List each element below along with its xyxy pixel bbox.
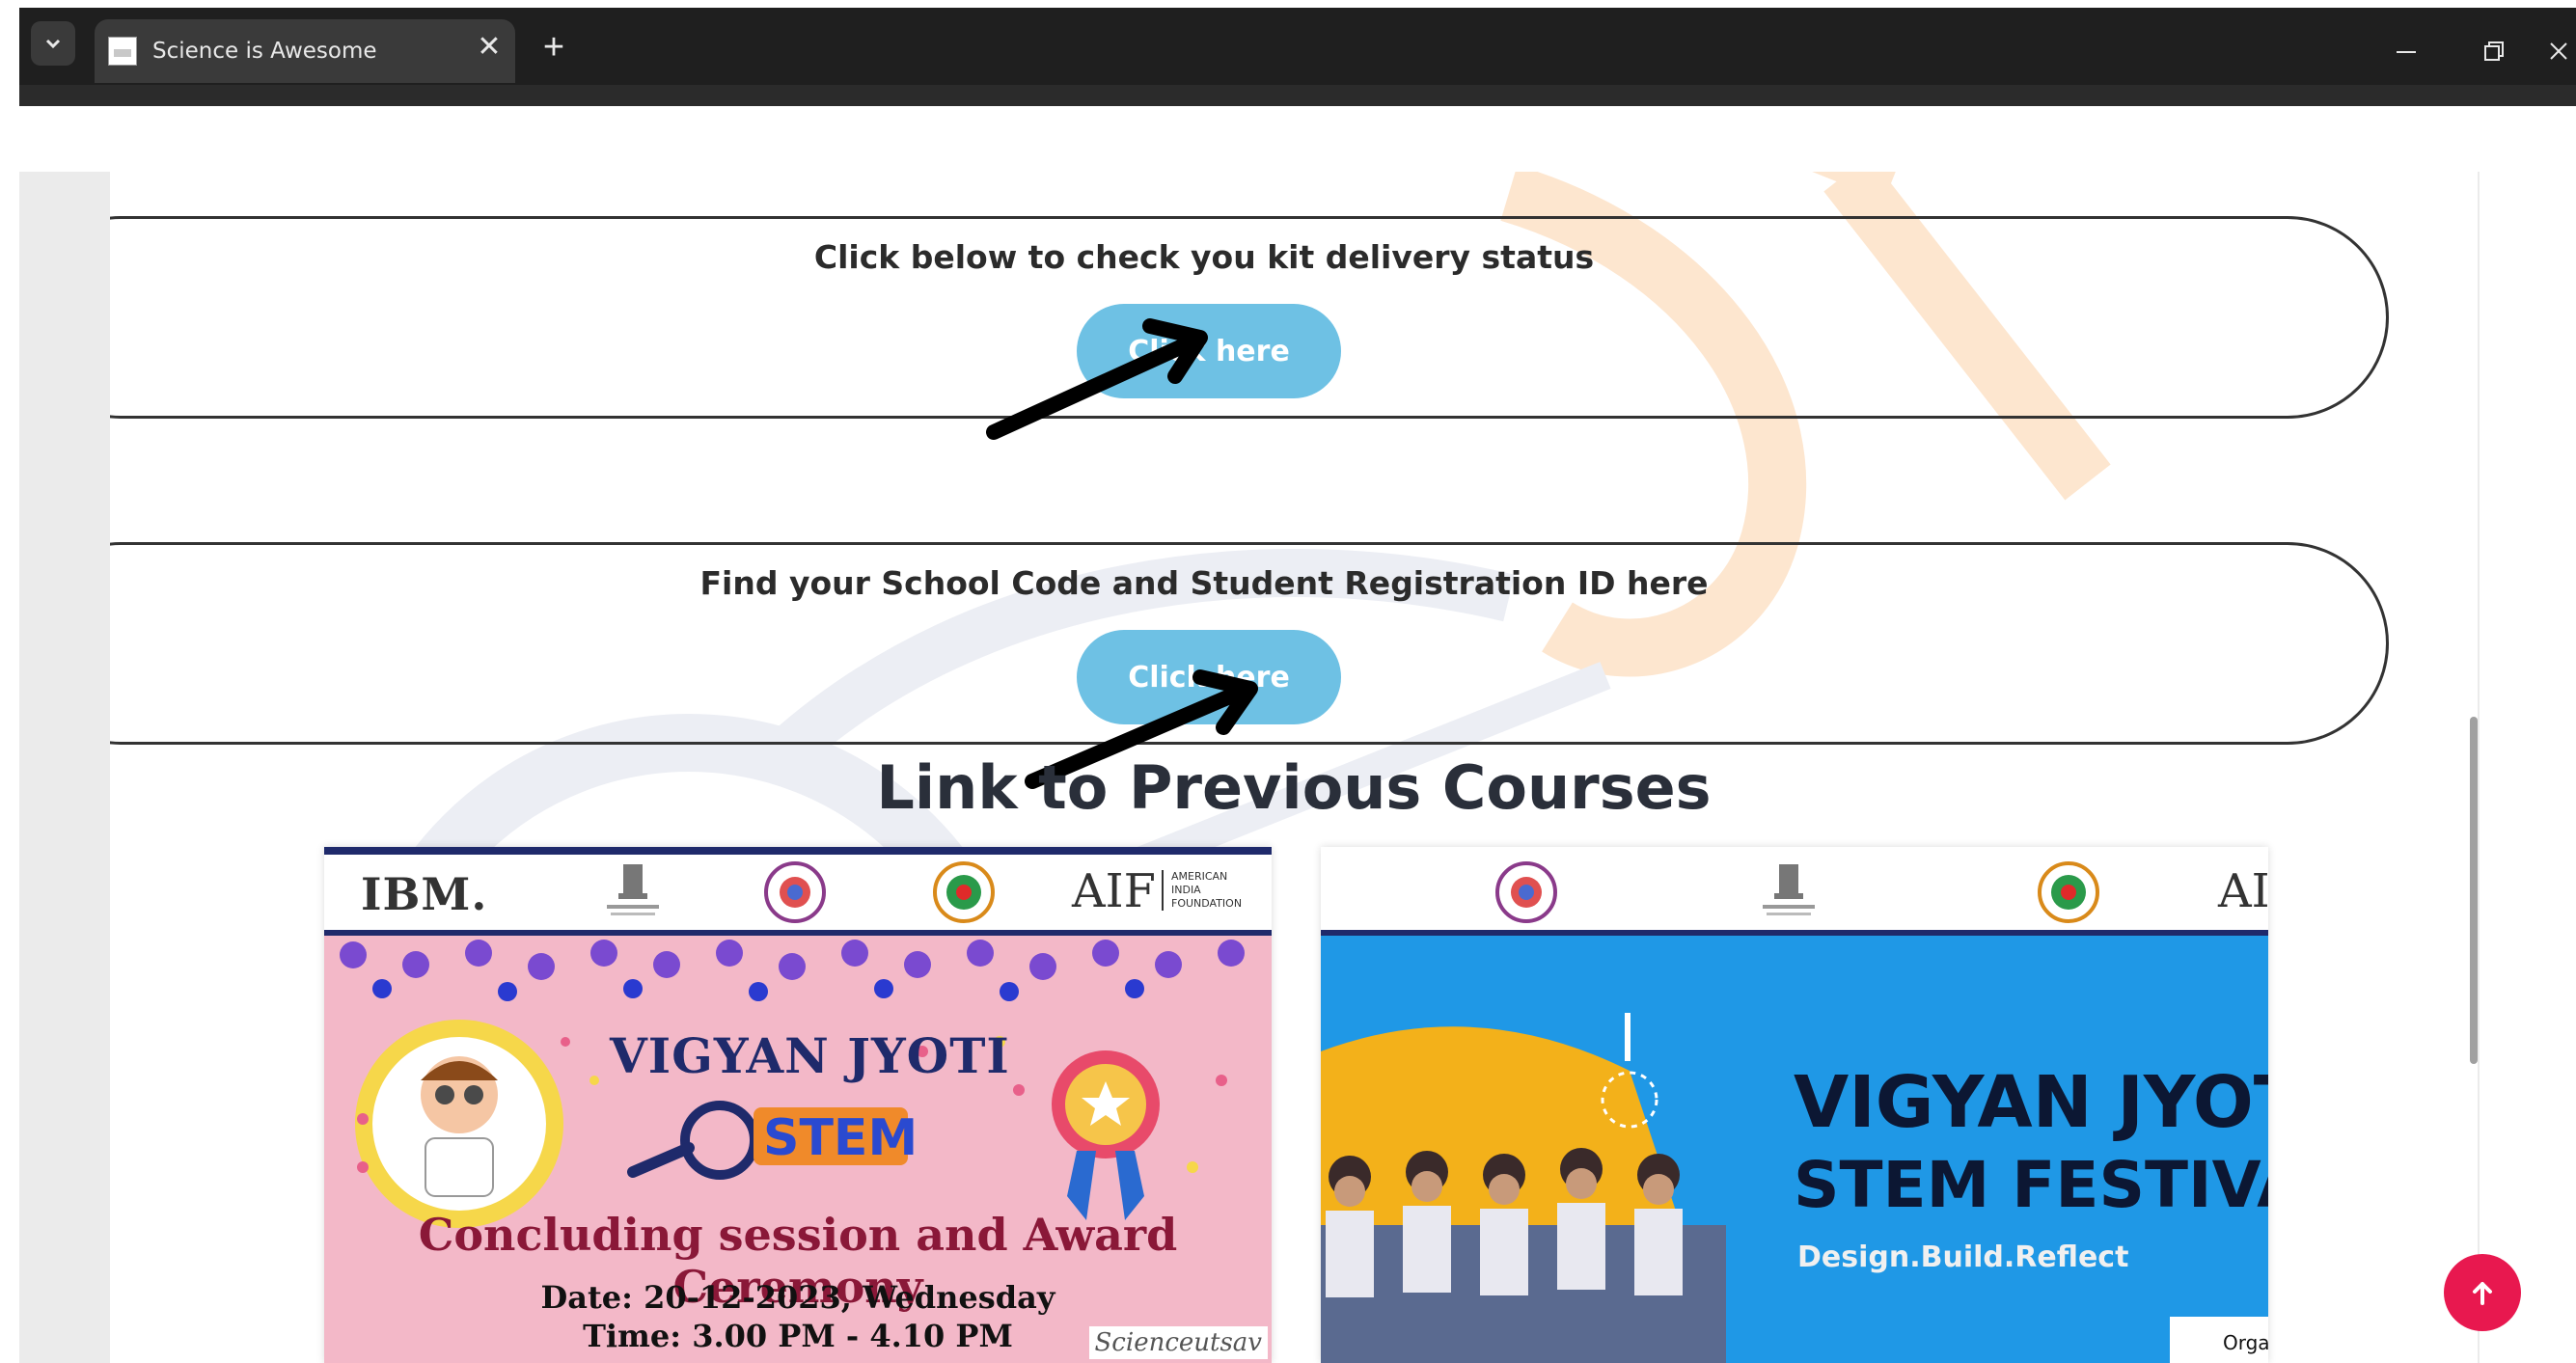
- restore-icon[interactable]: [2470, 27, 2518, 75]
- card-tagline: Design.Build.Reflect: [1797, 1240, 2129, 1274]
- tab-list-button[interactable]: [31, 21, 75, 66]
- browser-chrome: Science is Awesome ✕ +: [0, 0, 2576, 106]
- card-poster: VIGYAN JYOTI STEM FESTIVAL Design.Build.…: [1321, 936, 2268, 1363]
- card-top-line: [324, 847, 1272, 855]
- card-title: VIGYAN JYOTI: [610, 1027, 1010, 1084]
- course-card-stem-festival[interactable]: AI VIGYAN JYO STEM FESTIV Design.Build.R…: [1321, 847, 2268, 1363]
- ibm-logo: IBM.: [361, 868, 488, 920]
- minimize-icon[interactable]: [2383, 27, 2431, 75]
- stem-logo-text: STEM: [763, 1109, 918, 1167]
- page-viewport: Click below to check you kit delivery st…: [19, 172, 2480, 1363]
- course-card-awards[interactable]: IBM. AIF AMERICAN INDIA FOUNDATION STEM …: [324, 847, 1272, 1363]
- close-tab-icon[interactable]: ✕: [473, 31, 506, 64]
- page-content: Click below to check you kit delivery st…: [110, 172, 2478, 1363]
- card-subtitle: STEM FESTIVAL: [1794, 1148, 2268, 1222]
- seal-logo-icon: [1495, 861, 1557, 923]
- seal-logo-icon: [764, 861, 826, 923]
- tab-bar: Science is Awesome ✕ +: [19, 8, 2576, 106]
- aif-logo: AIF: [1072, 864, 1156, 918]
- new-tab-button[interactable]: +: [534, 29, 573, 68]
- scrollbar-thumb[interactable]: [2470, 717, 2478, 1064]
- aif-subtitle: AMERICAN INDIA FOUNDATION: [1162, 870, 1242, 911]
- national-emblem-icon: [1763, 864, 1815, 915]
- national-emblem-icon: [607, 864, 659, 915]
- previous-courses-heading: Link to Previous Courses: [876, 752, 1712, 823]
- school-crest-icon: [933, 861, 995, 923]
- card-logo-strip: AI: [1321, 847, 2268, 936]
- chevron-down-icon: [45, 39, 61, 49]
- card-logo-strip: IBM. AIF AMERICAN INDIA FOUNDATION: [324, 847, 1272, 936]
- tab-science-is-awesome[interactable]: Science is Awesome ✕: [95, 19, 515, 83]
- card-organizer-label: Orga: [2223, 1331, 2268, 1354]
- card-title: VIGYAN JYOTI: [1794, 1061, 2268, 1144]
- card-date: Date: 20-12-2023, Wednesday: [540, 1279, 1055, 1316]
- scroll-to-top-button[interactable]: [2444, 1254, 2521, 1331]
- toolbar-strip: [19, 85, 2576, 106]
- site-favicon-icon: [108, 37, 137, 66]
- arrow-up-icon: [2473, 1282, 2492, 1305]
- close-window-icon[interactable]: [2537, 27, 2576, 75]
- school-crest-icon: [2038, 861, 2099, 923]
- card-poster: STEM VIGYAN JYOTI Concluding session and…: [324, 936, 1272, 1363]
- tab-title: Science is Awesome: [152, 39, 377, 64]
- aif-logo: AI: [2218, 864, 2268, 918]
- science-utsav-logo: Scienceutsav: [1088, 1326, 1268, 1359]
